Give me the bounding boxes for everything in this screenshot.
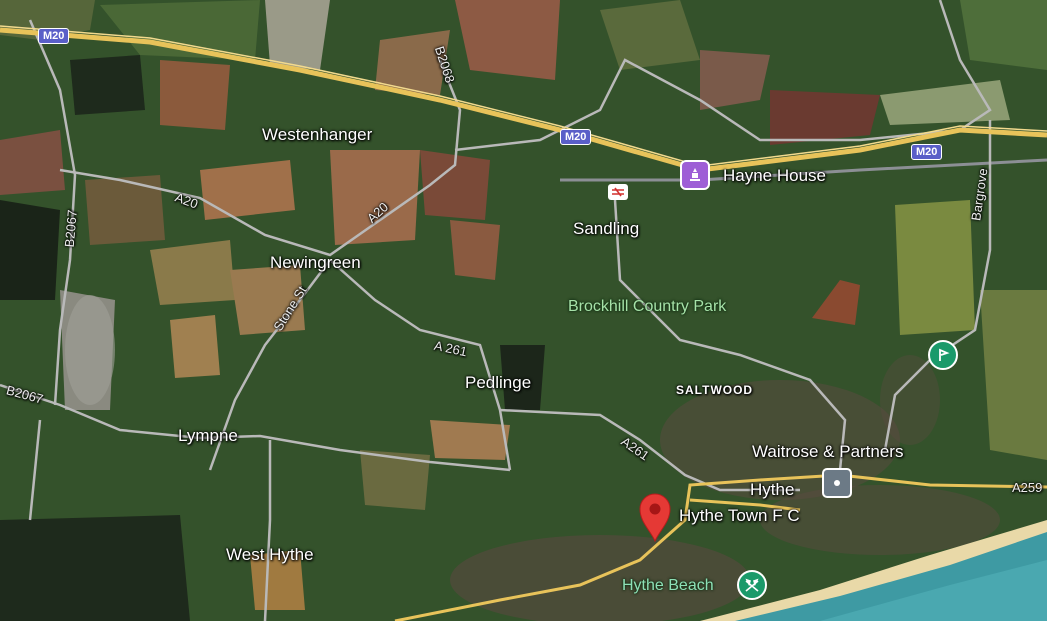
shopping-icon[interactable] xyxy=(822,468,852,498)
place-label-newingreen: Newingreen xyxy=(270,253,361,272)
road-label-b2067: B2067 xyxy=(61,209,80,248)
poi-label-hythe-beach[interactable]: Hythe Beach xyxy=(622,578,714,594)
road-label-a259: A259 xyxy=(1012,480,1043,495)
poi-label-brockhill-country-park[interactable]: Brockhill Country Park xyxy=(568,298,726,315)
place-label-sandling: Sandling xyxy=(573,219,640,238)
place-label-pedlinge: Pedlinge xyxy=(465,373,532,392)
rail-station-icon[interactable] xyxy=(608,184,628,200)
map-view[interactable]: Westenhanger Newingreen Sandling Pedling… xyxy=(0,0,1047,621)
place-label-hythe: Hythe xyxy=(750,480,795,499)
motorway-shield-m20: M20 xyxy=(560,129,592,145)
golf-icon[interactable] xyxy=(928,340,958,370)
poi-label-hayne-house[interactable]: Hayne House xyxy=(723,167,826,184)
satellite-imagery xyxy=(0,0,1047,621)
poi-label-waitrose[interactable]: Waitrose & Partners xyxy=(752,443,903,460)
place-label-west-hythe: West Hythe xyxy=(226,545,314,564)
place-label-westenhanger: Westenhanger xyxy=(262,125,373,144)
motorway-shield-m20: M20 xyxy=(38,28,70,44)
motorway-shield-m20: M20 xyxy=(911,144,943,160)
poi-hayne-house[interactable] xyxy=(680,160,710,190)
beach-icon[interactable] xyxy=(737,570,767,600)
landmark-icon xyxy=(680,160,710,190)
place-label-lympne: Lympne xyxy=(178,426,238,445)
place-label-saltwood: SALTWOOD xyxy=(676,383,754,397)
poi-label-hythe-town-fc[interactable]: Hythe Town F C xyxy=(679,507,800,524)
map-pin-icon[interactable] xyxy=(638,492,672,547)
